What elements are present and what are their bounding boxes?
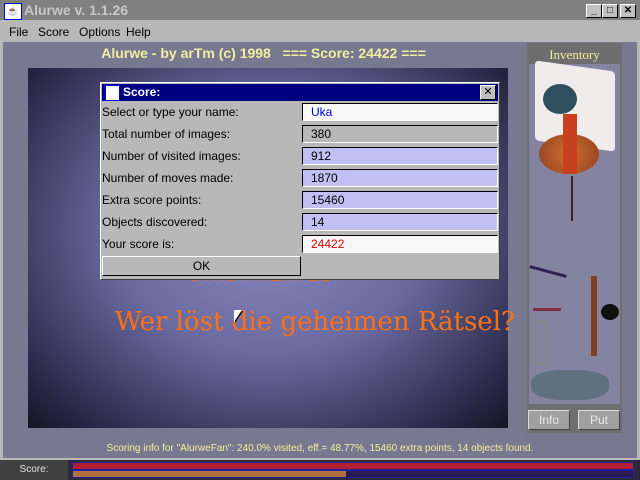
dialog-row-value: 380 [302, 125, 498, 143]
dialog-row-label: Number of moves made: [102, 171, 234, 185]
menu-score[interactable]: Score [38, 25, 69, 39]
dialog-row-value: 912 [302, 147, 498, 165]
info-button[interactable]: Info [528, 410, 570, 430]
keyring-icon[interactable] [531, 370, 609, 400]
dialog-row-value: 14 [302, 213, 498, 231]
dialog-row-label: Select or type your name: [102, 105, 239, 119]
car-key-icon[interactable] [601, 304, 619, 320]
close-button[interactable]: ✕ [620, 4, 636, 18]
dialog-row-label: Your score is: [102, 237, 175, 251]
dialog-title-bar [102, 84, 498, 101]
menu-help[interactable]: Help [126, 25, 151, 39]
put-button[interactable]: Put [578, 410, 620, 430]
rod-icon[interactable] [529, 265, 567, 278]
dialog-row-label: Extra score points: [102, 193, 202, 207]
menu-file[interactable]: File [9, 25, 28, 39]
status-label: Score: [0, 460, 68, 480]
inventory-items[interactable] [529, 60, 620, 404]
dialog-row-value: 1870 [302, 169, 498, 187]
plant-icon[interactable] [543, 84, 577, 114]
menu-options[interactable]: Options [79, 25, 120, 39]
score-bar-fill [73, 463, 633, 469]
scene-text: Wer löst die geheimen Rätsel? [115, 307, 515, 337]
score-bar-efficiency [72, 470, 634, 478]
cotter-pin-icon[interactable] [533, 308, 561, 311]
dialog-row-value: 15460 [302, 191, 498, 209]
dialog-row-value: 24422 [302, 235, 498, 253]
game-header: Alurwe - by arTm (c) 1998 === Score: 244… [101, 45, 426, 61]
key-icon[interactable] [535, 320, 547, 364]
dialog-close-button[interactable]: ✕ [480, 85, 496, 100]
maximize-button[interactable]: □ [602, 4, 618, 18]
dialog-row-label: Objects discovered: [102, 215, 208, 229]
scoring-info: Scoring info for "AlurweFan": 240.0% vis… [106, 443, 534, 454]
mouse-cursor-icon [234, 310, 242, 322]
dialog-row-label: Total number of images: [102, 127, 231, 141]
efficiency-bar-fill [73, 471, 347, 477]
minimize-button[interactable]: _ [586, 4, 602, 18]
score-bar-total [72, 462, 634, 470]
name-input[interactable]: Uka [302, 103, 498, 121]
candle-icon[interactable] [563, 114, 577, 174]
hatchet-icon[interactable] [591, 276, 597, 356]
rope-icon[interactable] [571, 176, 573, 221]
app-icon[interactable]: ☕ [4, 3, 22, 20]
window-title: Alurwe v. 1.1.26 [24, 2, 129, 18]
dialog-title: Score: [123, 85, 161, 99]
ok-button[interactable]: OK [102, 256, 301, 276]
dialog-row-label: Number of visited images: [102, 149, 241, 163]
dialog-icon [105, 85, 120, 101]
